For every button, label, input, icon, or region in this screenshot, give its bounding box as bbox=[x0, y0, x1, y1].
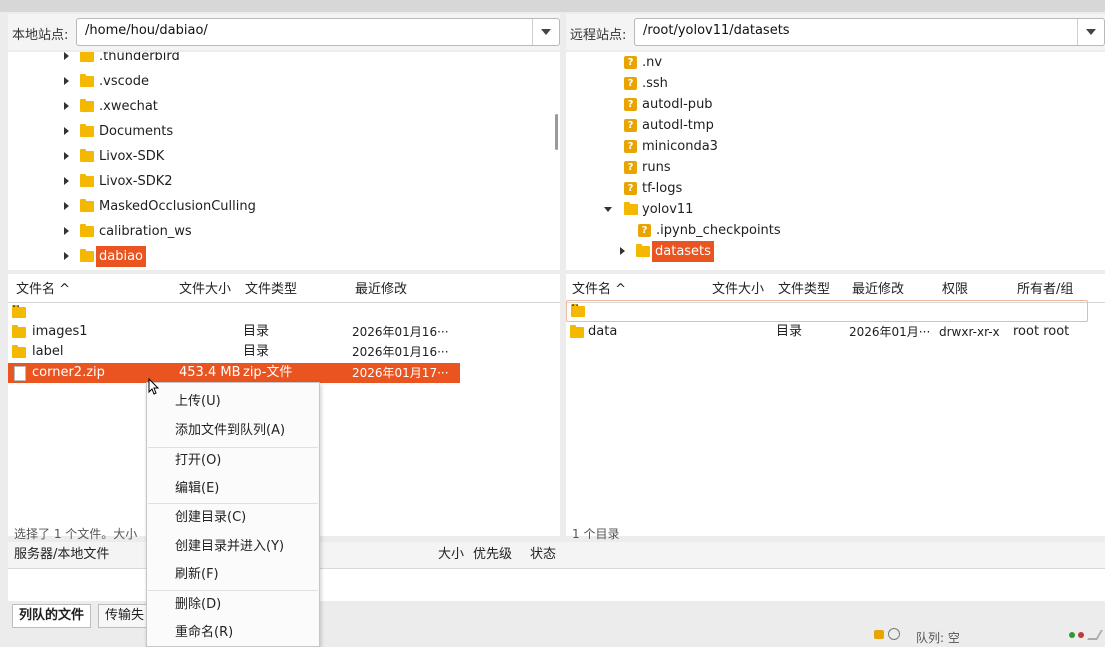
local-path-input[interactable]: /home/hou/dabiao/ bbox=[76, 18, 560, 46]
expand-arrow-icon[interactable] bbox=[64, 52, 69, 60]
menu-separator bbox=[148, 447, 318, 448]
folder-icon bbox=[636, 244, 650, 257]
folder-icon bbox=[80, 149, 94, 162]
folder-icon bbox=[80, 74, 94, 87]
unknown-folder-icon: ? bbox=[624, 56, 637, 69]
unknown-folder-icon: ? bbox=[638, 224, 651, 237]
menu-separator bbox=[148, 503, 318, 504]
expand-arrow-icon[interactable] bbox=[64, 152, 69, 160]
collapse-arrow-icon[interactable] bbox=[604, 207, 612, 212]
queue-column-priority[interactable]: 优先级 bbox=[473, 545, 512, 565]
file-row[interactable]: .. bbox=[8, 296, 560, 322]
menu-item-upload[interactable]: 上传(U) bbox=[175, 391, 221, 413]
menu-item-add-to-queue[interactable]: 添加文件到队列(A) bbox=[175, 420, 285, 442]
column-header-size[interactable]: 文件大小 bbox=[179, 280, 231, 300]
column-header-type[interactable]: 文件类型 bbox=[778, 280, 830, 300]
expand-arrow-icon[interactable] bbox=[64, 227, 69, 235]
column-header-name[interactable]: 文件名 ^ bbox=[572, 280, 626, 300]
queue-column-status[interactable]: 状态 bbox=[530, 545, 556, 565]
queue-status-text: 队列: 空 bbox=[916, 631, 960, 645]
queue-column-size[interactable]: 大小 bbox=[438, 545, 464, 565]
menu-item-edit[interactable]: 编辑(E) bbox=[175, 478, 219, 500]
folder-icon bbox=[80, 124, 94, 137]
activity-led-icon bbox=[1078, 632, 1084, 638]
folder-icon bbox=[80, 249, 94, 262]
local-site-bar: 本地站点: /home/hou/dabiao/ bbox=[8, 14, 560, 50]
file-icon bbox=[14, 366, 26, 381]
menu-item-create-and-enter-directory[interactable]: 创建目录并进入(Y) bbox=[175, 536, 284, 558]
resize-grip-icon[interactable] bbox=[1087, 630, 1103, 640]
expand-arrow-icon[interactable] bbox=[64, 252, 69, 260]
file-row[interactable]: images1 目录 2026年01月16··· bbox=[8, 322, 560, 342]
remote-file-list[interactable]: 文件名 ^ 文件大小 文件类型 最近修改 权限 所有者/组 .. data 目录… bbox=[566, 274, 1105, 536]
column-header-owner[interactable]: 所有者/组 bbox=[1017, 280, 1073, 300]
folder-icon bbox=[12, 325, 26, 338]
local-status-text: 选择了 1 个文件。大小 bbox=[14, 527, 138, 541]
context-menu: 上传(U) 添加文件到队列(A) 打开(O) 编辑(E) 创建目录(C) 创建目… bbox=[146, 382, 320, 647]
menu-item-open[interactable]: 打开(O) bbox=[175, 450, 221, 472]
queue-column-server[interactable]: 服务器/本地文件 bbox=[14, 545, 109, 565]
column-header-modified[interactable]: 最近修改 bbox=[852, 280, 904, 300]
unknown-folder-icon: ? bbox=[624, 77, 637, 90]
folder-icon bbox=[570, 325, 584, 338]
remote-site-bar: 远程站点: /root/yolov11/datasets bbox=[566, 14, 1105, 50]
unknown-folder-icon: ? bbox=[624, 161, 637, 174]
column-header-modified[interactable]: 最近修改 bbox=[355, 280, 407, 300]
file-row-selected[interactable]: corner2.zip 453.4 MB zip-文件 2026年01月17··… bbox=[8, 363, 460, 383]
folder-icon bbox=[80, 52, 94, 62]
remote-path-text: /root/yolov11/datasets bbox=[643, 23, 790, 38]
folder-icon bbox=[80, 199, 94, 212]
tab-failed-transfers[interactable]: 传输失 bbox=[98, 604, 152, 628]
tree-item-selected[interactable]: datasets bbox=[620, 241, 820, 262]
local-path-dropdown-button[interactable] bbox=[532, 19, 559, 45]
column-header-permissions[interactable]: 权限 bbox=[942, 280, 968, 300]
lock-icon bbox=[874, 630, 884, 639]
tab-queued-files[interactable]: 列队的文件 bbox=[12, 604, 92, 628]
folder-icon bbox=[80, 174, 94, 187]
chevron-down-icon bbox=[541, 29, 551, 35]
unknown-folder-icon: ? bbox=[624, 140, 637, 153]
column-header-type[interactable]: 文件类型 bbox=[245, 280, 297, 300]
activity-led-icon bbox=[1069, 632, 1075, 638]
remote-path-dropdown-button[interactable] bbox=[1077, 19, 1104, 45]
remote-path-input[interactable]: /root/yolov11/datasets bbox=[634, 18, 1105, 46]
remote-status-text: 1 个目录 bbox=[572, 527, 620, 541]
local-directory-tree[interactable]: .thunderbird .vscode .xwechat Documents … bbox=[8, 52, 560, 270]
expand-arrow-icon[interactable] bbox=[64, 202, 69, 210]
unknown-folder-icon: ? bbox=[624, 182, 637, 195]
expand-arrow-icon[interactable] bbox=[64, 127, 69, 135]
unknown-folder-icon: ? bbox=[624, 119, 637, 132]
expand-arrow-icon[interactable] bbox=[64, 77, 69, 85]
menu-item-create-directory[interactable]: 创建目录(C) bbox=[175, 507, 246, 529]
folder-icon bbox=[12, 345, 26, 358]
unknown-folder-icon: ? bbox=[624, 98, 637, 111]
local-path-text: /home/hou/dabiao/ bbox=[85, 23, 208, 38]
folder-icon bbox=[80, 99, 94, 112]
menu-separator bbox=[148, 590, 318, 591]
column-header-name[interactable]: 文件名 ^ bbox=[16, 280, 70, 300]
file-row[interactable]: label 目录 2026年01月16··· bbox=[8, 342, 560, 362]
remote-directory-tree[interactable]: ? .nv ? .ssh ? autodl-pub ? autodl-tmp ? mini… bbox=[566, 52, 1105, 270]
file-row[interactable]: data 目录 2026年01月··· drwxr-xr-x root root bbox=[566, 322, 1105, 342]
mouse-cursor-icon bbox=[148, 378, 160, 395]
top-strip bbox=[0, 0, 1105, 12]
folder-icon bbox=[80, 224, 94, 237]
local-tree-scrollbar[interactable] bbox=[555, 114, 558, 150]
local-site-label: 本地站点: bbox=[12, 28, 69, 43]
file-row-focused[interactable]: .. bbox=[566, 295, 1088, 322]
expand-arrow-icon[interactable] bbox=[64, 102, 69, 110]
menu-item-delete[interactable]: 删除(D) bbox=[175, 594, 221, 616]
chevron-down-icon bbox=[1086, 29, 1096, 35]
expand-arrow-icon[interactable] bbox=[64, 177, 69, 185]
info-icon bbox=[888, 628, 900, 640]
menu-item-rename[interactable]: 重命名(R) bbox=[175, 622, 233, 644]
tree-item-selected[interactable]: dabiao bbox=[64, 246, 264, 267]
folder-icon bbox=[624, 202, 638, 215]
menu-item-refresh[interactable]: 刷新(F) bbox=[175, 564, 219, 586]
remote-site-label: 远程站点: bbox=[570, 28, 627, 43]
expand-arrow-icon[interactable] bbox=[620, 247, 625, 255]
column-header-size[interactable]: 文件大小 bbox=[712, 280, 764, 300]
